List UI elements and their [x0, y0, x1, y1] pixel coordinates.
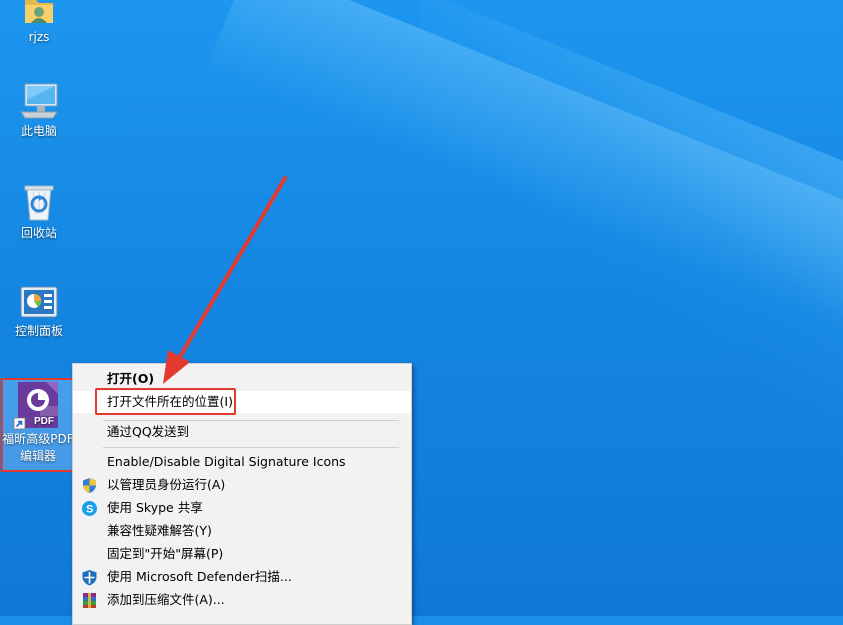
annotation-arrow	[163, 176, 287, 384]
